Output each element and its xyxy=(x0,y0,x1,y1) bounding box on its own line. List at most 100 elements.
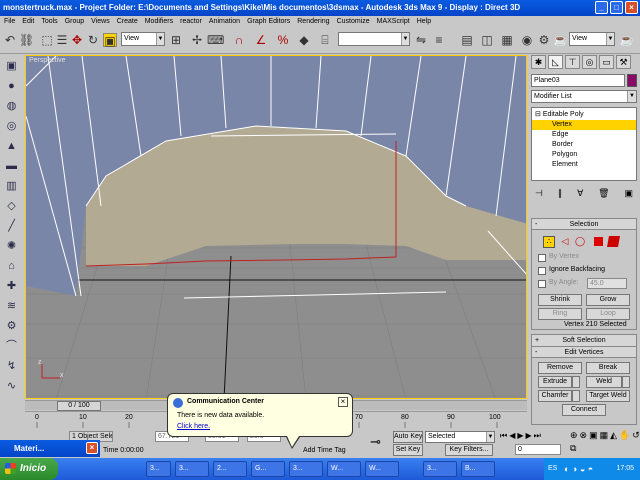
modifier-noise-icon[interactable]: ∿ xyxy=(4,379,19,394)
align-icon[interactable]: ≡ xyxy=(432,33,446,47)
layer-manager-icon[interactable]: ▤ xyxy=(460,33,474,47)
go-to-end-icon[interactable]: ⏭ xyxy=(534,431,541,443)
mirror-icon[interactable]: ⇋ xyxy=(414,33,428,47)
stack-item-polygon[interactable]: Polygon xyxy=(532,150,636,160)
selection-rollout-header[interactable]: - Selection xyxy=(532,219,636,230)
current-frame-field[interactable]: 0 xyxy=(515,444,561,455)
menu-reactor[interactable]: reactor xyxy=(180,16,202,28)
render-type-select[interactable]: View ▼ xyxy=(569,32,615,46)
keyboard-shortcut-icon[interactable]: ⌨ xyxy=(207,33,224,47)
weld-button[interactable]: Weld xyxy=(586,376,622,388)
create-shape-icon[interactable]: ◇ xyxy=(4,199,19,214)
reference-coord-select[interactable]: View ▼ xyxy=(121,32,165,46)
ignore-backfacing-checkbox[interactable] xyxy=(538,267,546,275)
create-systems-icon[interactable]: ⚙ xyxy=(4,319,19,334)
modifier-twist-icon[interactable]: ↯ xyxy=(4,359,19,374)
balloon-link[interactable]: Click here. xyxy=(177,423,210,430)
menu-modifiers[interactable]: Modifiers xyxy=(145,16,173,28)
render-last-icon[interactable]: ☕ xyxy=(619,33,634,47)
stack-item-border[interactable]: Border xyxy=(532,140,636,150)
zoom-extents-all-icon[interactable]: ▦ xyxy=(600,430,609,441)
quick-render-icon[interactable]: ☕ xyxy=(553,33,568,47)
language-indicator[interactable]: ES xyxy=(548,458,557,480)
maximize-viewport-icon[interactable]: ⧉ xyxy=(570,443,576,454)
element-subobject-icon[interactable] xyxy=(607,236,620,247)
soft-selection-rollout-header[interactable]: + Soft Selection xyxy=(532,335,636,346)
modifier-list-select[interactable]: Modifier List ▼ xyxy=(531,90,637,103)
undo-icon[interactable]: ↶ xyxy=(3,33,17,47)
create-torus-icon[interactable]: ◎ xyxy=(4,119,19,134)
taskbar-item-7[interactable]: W... xyxy=(365,461,399,477)
create-cone-icon[interactable]: ▲ xyxy=(4,139,19,154)
menu-tools[interactable]: Tools xyxy=(41,16,57,28)
grow-button[interactable]: Grow xyxy=(586,294,630,306)
maximize-button[interactable]: □ xyxy=(610,1,623,14)
create-light-icon[interactable]: ✺ xyxy=(4,239,19,254)
remove-modifier-icon[interactable]: 🗑 xyxy=(598,186,609,200)
pivot-center-icon[interactable]: ⊞ xyxy=(169,33,183,47)
zoom-all-icon[interactable]: ⊗ xyxy=(580,430,588,441)
menu-maxscript[interactable]: MAXScript xyxy=(377,16,410,28)
menu-edit[interactable]: Edit xyxy=(22,16,34,28)
zoom-icon[interactable]: ⊕ xyxy=(570,430,578,441)
extrude-settings-button[interactable] xyxy=(572,376,580,388)
stack-item-element[interactable]: Element xyxy=(532,160,636,170)
tab-modify[interactable]: ◺ xyxy=(548,55,563,69)
named-selection-icon[interactable]: ⌸ xyxy=(318,33,332,47)
stack-item-vertex[interactable]: Vertex xyxy=(532,120,636,130)
weld-settings-button[interactable] xyxy=(622,376,630,388)
shrink-button[interactable]: Shrink xyxy=(538,294,582,306)
key-mode-select[interactable]: Selected ▼ xyxy=(425,431,495,443)
select-scale-icon[interactable]: ▣ xyxy=(103,33,117,48)
menu-file[interactable]: File xyxy=(4,16,15,28)
next-frame-icon[interactable]: ▶ xyxy=(526,431,532,443)
tab-utilities[interactable]: ⚒ xyxy=(616,55,631,69)
select-by-name-icon[interactable]: ☰ xyxy=(55,33,69,47)
select-move-icon[interactable]: ✥ xyxy=(70,33,84,47)
menu-customize[interactable]: Customize xyxy=(337,16,370,28)
create-cylinder-icon[interactable]: ◍ xyxy=(4,99,19,114)
break-button[interactable]: Break xyxy=(586,362,630,374)
configure-modifier-sets-icon[interactable]: ▣ xyxy=(624,186,633,200)
show-end-result-icon[interactable]: ∥ xyxy=(558,186,563,200)
select-rotate-icon[interactable]: ↻ xyxy=(86,33,100,47)
angle-spinner[interactable]: 45.0 xyxy=(587,278,627,289)
curve-editor-icon[interactable]: ◫ xyxy=(480,33,494,47)
tab-create[interactable]: ✱ xyxy=(531,55,546,69)
by-vertex-checkbox[interactable] xyxy=(538,254,546,262)
close-button[interactable]: × xyxy=(625,1,638,14)
create-tube-icon[interactable]: ▥ xyxy=(4,179,19,194)
arc-rotate-icon[interactable]: ↺ xyxy=(632,430,640,441)
minimized-window[interactable]: Materi... × xyxy=(0,440,100,457)
angle-snap-icon[interactable]: ∠ xyxy=(254,33,268,47)
menu-create[interactable]: Create xyxy=(117,16,138,28)
minimized-close-icon[interactable]: × xyxy=(86,442,98,454)
vertex-subobject-icon[interactable]: ∴ xyxy=(543,236,555,248)
menu-views[interactable]: Views xyxy=(91,16,110,28)
render-scene-icon[interactable]: ⚙ xyxy=(537,33,551,47)
time-slider[interactable]: 0 / 100 xyxy=(57,401,101,411)
create-camera-icon[interactable]: ⌂ xyxy=(4,259,19,274)
balloon-close-button[interactable]: × xyxy=(338,397,348,407)
previous-frame-icon[interactable]: ◀ xyxy=(509,431,515,443)
create-spacewarp-icon[interactable]: ≋ xyxy=(4,299,19,314)
taskbar-item-2[interactable]: 3... xyxy=(175,461,209,477)
snap-3d-icon[interactable]: ∩ xyxy=(232,33,246,47)
menu-group[interactable]: Group xyxy=(65,16,84,28)
key-filters-button[interactable]: Key Filters... xyxy=(445,444,493,456)
chamfer-settings-button[interactable] xyxy=(572,390,580,402)
menu-rendering[interactable]: Rendering xyxy=(297,16,329,28)
pan-icon[interactable]: ✋ xyxy=(619,430,630,441)
material-editor-icon[interactable]: ◉ xyxy=(520,33,534,47)
modifier-bend-icon[interactable]: ⌒ xyxy=(4,339,19,354)
connect-button[interactable]: Connect xyxy=(562,404,606,416)
perspective-viewport[interactable]: Perspective z x xyxy=(25,55,527,399)
tab-motion[interactable]: ◎ xyxy=(582,55,597,69)
edge-subobject-icon[interactable]: ◁ xyxy=(559,236,571,248)
remove-button[interactable]: Remove xyxy=(538,362,582,374)
ring-button[interactable]: Ring xyxy=(538,308,582,320)
taskbar-item-6[interactable]: W... xyxy=(327,461,361,477)
start-button[interactable]: Inicio xyxy=(0,458,58,480)
taskbar-item-3[interactable]: 2... xyxy=(213,461,247,477)
schematic-view-icon[interactable]: ▦ xyxy=(500,33,514,47)
